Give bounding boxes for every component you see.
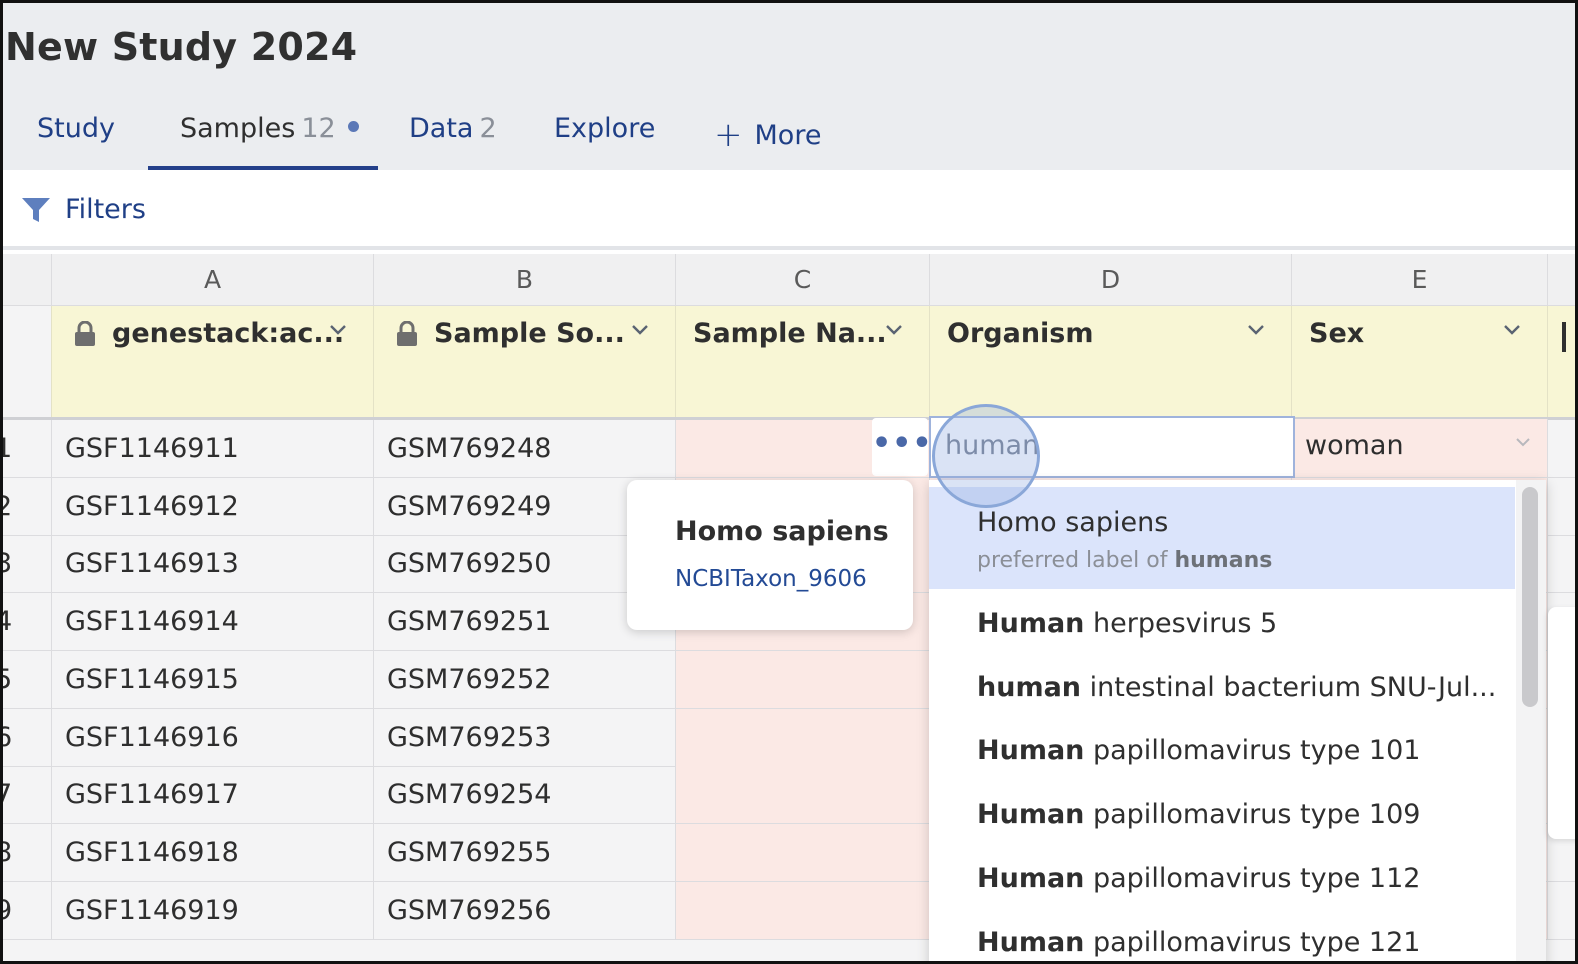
field-header-sex[interactable]: Sex <box>1292 306 1548 419</box>
row-header-blank <box>3 306 52 419</box>
sex-cell-row-1[interactable]: woman <box>1294 419 1548 476</box>
side-panel-edge <box>1548 607 1575 839</box>
option-homo-sapiens[interactable]: Homo sapiens preferred label of humans <box>929 487 1515 589</box>
cell-sample-source[interactable]: GSM769256 <box>374 881 676 939</box>
cell-accession[interactable]: GSF1146917 <box>52 766 374 824</box>
cell-sample-name[interactable] <box>676 823 930 881</box>
cell-sample-name[interactable] <box>676 708 930 766</box>
cell-next-column[interactable] <box>1548 478 1575 535</box>
cell-sample-name[interactable] <box>676 881 930 939</box>
filter-bar: Filters <box>3 170 1575 250</box>
lock-icon <box>397 320 417 346</box>
column-letter-b[interactable]: B <box>374 254 676 306</box>
term-info-tooltip: Homo sapiens NCBITaxon_9606 <box>627 480 913 630</box>
column-letter-e[interactable]: E <box>1292 254 1548 306</box>
tab-study[interactable]: Study <box>37 113 115 144</box>
field-header-sample-source[interactable]: Sample So... <box>374 306 676 419</box>
option-synonym-note: preferred label of humans <box>977 548 1273 573</box>
cell-sample-source[interactable]: GSM769252 <box>374 650 676 708</box>
click-cursor-indicator <box>932 404 1040 508</box>
page-title: New Study 2024 <box>5 25 358 69</box>
more-horizontal-icon[interactable]: ••• <box>872 418 932 476</box>
cell-accession[interactable]: GSF1146916 <box>52 708 374 766</box>
option-item[interactable]: human intestinal bacterium SNU-Jul... <box>929 656 1515 720</box>
cell-accession[interactable]: GSF1146919 <box>52 881 374 939</box>
filters-button[interactable]: Filters <box>21 194 146 225</box>
cell-sample-name[interactable] <box>676 650 930 708</box>
chevron-down-icon[interactable] <box>329 324 347 336</box>
column-letter-d[interactable]: D <box>930 254 1292 306</box>
cell-sample-source[interactable]: GSM769253 <box>374 708 676 766</box>
row-number: 2 <box>3 477 52 535</box>
cell-accession[interactable]: GSF1146912 <box>52 477 374 535</box>
dropdown-scroll-thumb[interactable] <box>1522 487 1538 707</box>
column-letter-a[interactable]: A <box>52 254 374 306</box>
cell-accession[interactable]: GSF1146918 <box>52 823 374 881</box>
row-number: 1 <box>3 420 52 477</box>
chevron-down-icon[interactable] <box>885 324 903 336</box>
unsaved-dot-icon <box>347 121 359 132</box>
option-item[interactable]: Human papillomavirus type 109 <box>929 783 1515 847</box>
lock-icon <box>75 320 95 346</box>
cell-next-column[interactable] <box>1548 882 1575 939</box>
tab-data[interactable]: Data 2 <box>409 113 497 144</box>
chevron-down-icon[interactable] <box>1515 437 1531 447</box>
tab-count: 2 <box>479 113 497 144</box>
term-id-link[interactable]: NCBITaxon_9606 <box>675 566 867 592</box>
row-number: 4 <box>3 593 52 651</box>
cell-accession[interactable]: GSF1146915 <box>52 650 374 708</box>
filter-icon <box>22 197 50 222</box>
chevron-down-icon[interactable] <box>1503 324 1521 336</box>
field-header-sample-name[interactable]: Sample Na... <box>676 306 930 419</box>
cell-next-column[interactable] <box>1548 420 1575 477</box>
option-item[interactable]: Human papillomavirus type 121 <box>929 911 1515 962</box>
corner-cell <box>3 254 52 306</box>
row-number: 5 <box>3 650 52 708</box>
tab-count: 12 <box>301 113 336 144</box>
cell-accession[interactable]: GSF1146914 <box>52 593 374 651</box>
row-number: 6 <box>3 708 52 766</box>
tab-explore[interactable]: Explore <box>554 113 655 144</box>
plus-icon: + <box>714 115 743 155</box>
option-item[interactable]: Human papillomavirus type 101 <box>929 719 1515 783</box>
row-number: 7 <box>3 766 52 824</box>
header: New Study 2024 Study Samples 12 Data 2 Exp… <box>3 3 1575 170</box>
row-number: 8 <box>3 823 52 881</box>
option-item[interactable]: Human herpesvirus 5 <box>929 592 1515 656</box>
column-letter-f[interactable] <box>1548 254 1575 306</box>
chevron-down-icon[interactable] <box>1247 324 1265 336</box>
field-header-accession[interactable]: genestack:ac... <box>52 306 374 419</box>
cell-accession[interactable]: GSF1146911 <box>52 420 374 477</box>
cell-accession[interactable]: GSF1146913 <box>52 535 374 593</box>
field-header-next[interactable] <box>1548 306 1575 419</box>
chevron-down-icon[interactable] <box>631 324 649 336</box>
option-item[interactable]: Human papillomavirus type 112 <box>929 847 1515 911</box>
app-window: New Study 2024 Study Samples 12 Data 2 Exp… <box>0 0 1578 964</box>
cell-sample-source[interactable]: GSM769248 <box>374 420 676 477</box>
row-number: 9 <box>3 881 52 939</box>
term-label: Homo sapiens <box>675 516 889 547</box>
autocomplete-dropdown: Homo sapiens preferred label of humans H… <box>929 480 1546 962</box>
cell-next-column[interactable] <box>1548 535 1575 592</box>
tab-samples[interactable]: Samples 12 <box>180 113 359 144</box>
column-letter-c[interactable]: C <box>676 254 930 306</box>
cell-sample-source[interactable]: GSM769255 <box>374 823 676 881</box>
cell-sample-name[interactable] <box>676 766 930 824</box>
row-number: 3 <box>3 535 52 593</box>
field-header-organism[interactable]: Organism <box>930 306 1292 419</box>
tab-more[interactable]: + More <box>714 113 821 155</box>
truncated-header-text <box>1562 322 1566 352</box>
cell-sample-source[interactable]: GSM769254 <box>374 766 676 824</box>
